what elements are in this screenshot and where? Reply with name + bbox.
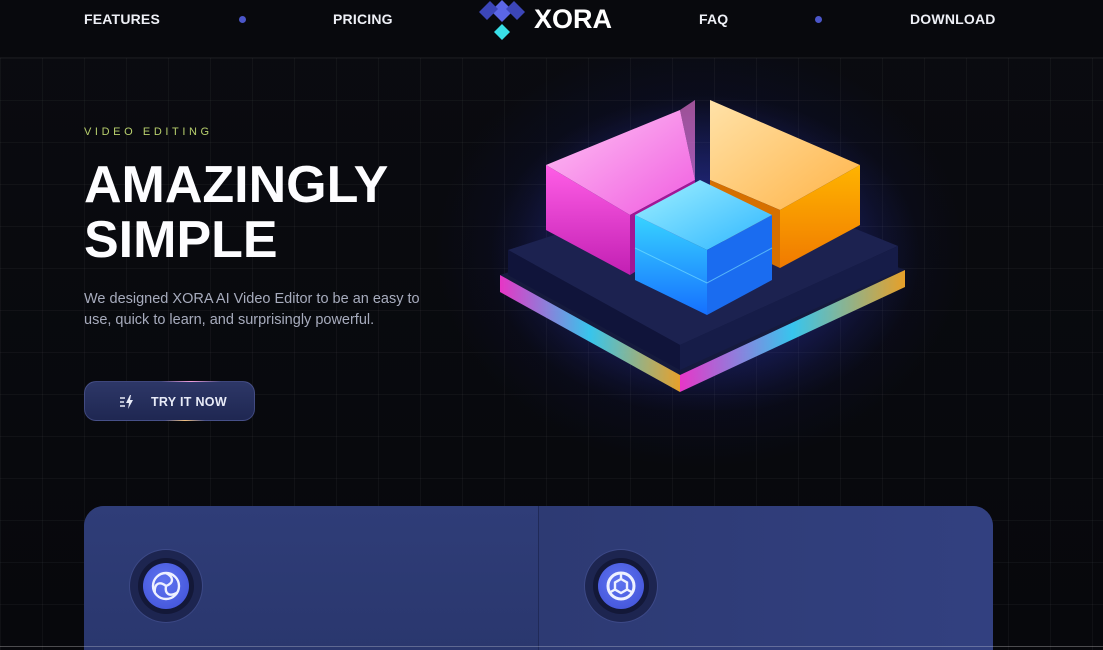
nav-link-faq[interactable]: FAQ: [699, 11, 728, 27]
hero-headline-line-1: AMAZINGLY: [84, 156, 389, 214]
nav-separator-dot: [815, 16, 822, 23]
feature-card: [538, 506, 993, 650]
feature-icon-badge: [130, 550, 202, 622]
features-card-strip: [84, 506, 993, 650]
feature-card: [84, 506, 538, 650]
spiral-icon: [151, 571, 181, 601]
logo[interactable]: XORA: [478, 0, 618, 44]
hero-eyebrow: VIDEO EDITING: [84, 126, 213, 138]
logo-text: XORA: [534, 4, 613, 34]
hero-headline: AMAZINGLY SIMPLE: [84, 158, 484, 268]
nav-separator-dot: [239, 16, 246, 23]
nav-link-pricing[interactable]: PRICING: [333, 11, 393, 27]
xora-logo-icon: [479, 0, 525, 40]
nav-link-features[interactable]: FEATURES: [84, 11, 160, 27]
hexagon-ring-icon: [606, 571, 636, 601]
top-navbar: FEATURES PRICING XORA FAQ DOWNLOAD: [0, 0, 1103, 58]
hero-description: We designed XORA AI Video Editor to be a…: [84, 291, 420, 328]
try-it-now-label: TRY IT NOW: [151, 395, 227, 409]
hero-3d-blocks-illustration: [490, 95, 920, 410]
hero-headline-line-2: SIMPLE: [84, 211, 278, 269]
page: FEATURES PRICING XORA FAQ DOWNLOAD VIDEO…: [0, 0, 1103, 650]
zap-icon: [120, 395, 133, 409]
try-it-now-button[interactable]: TRY IT NOW: [84, 381, 255, 421]
nav-link-download[interactable]: DOWNLOAD: [910, 11, 996, 27]
divider: [0, 646, 1103, 647]
feature-icon-badge: [585, 550, 657, 622]
